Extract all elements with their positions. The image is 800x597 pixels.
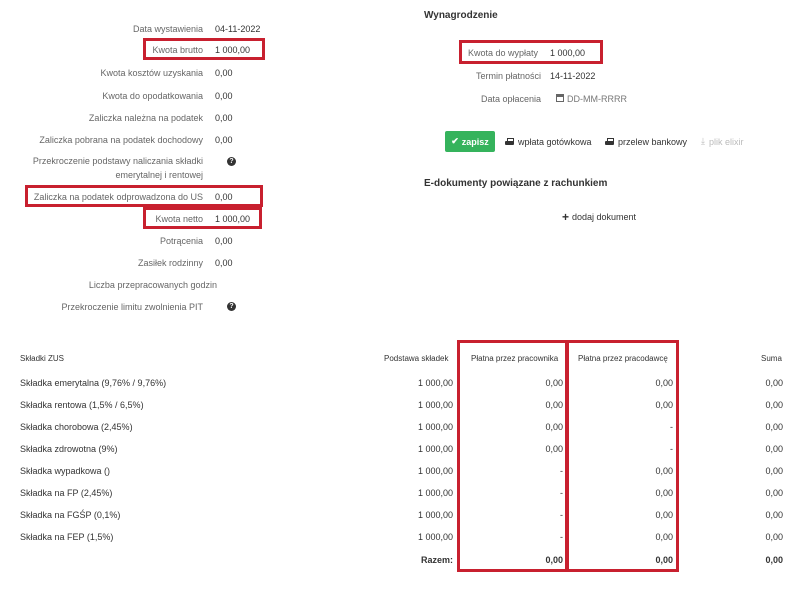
- paid-date-label: Data opłacenia: [481, 94, 542, 104]
- highlight-box-employer-column: [566, 340, 679, 572]
- help-icon[interactable]: ?: [227, 157, 236, 166]
- zus-row-name: Składka emerytalna (9,76% / 9,76%): [20, 378, 167, 388]
- zus-header-base: Podstawa składek: [384, 354, 449, 363]
- field-label-pension-limit-1: Przekroczenie podstawy naliczania składk…: [32, 156, 203, 166]
- zus-row-name: Składka na FP (2,45%): [20, 488, 113, 498]
- zus-total-sum: 0,00: [765, 555, 783, 565]
- field-value-costs: 0,00: [215, 68, 233, 78]
- zus-row-name: Składka wypadkowa (): [20, 466, 111, 476]
- due-date-value: 14-11-2022: [550, 71, 596, 81]
- plus-icon: +: [562, 209, 570, 224]
- zus-header-name: Składki ZUS: [20, 354, 65, 363]
- zus-row-base: 1 000,00: [417, 488, 453, 498]
- zus-row-base: 1 000,00: [417, 532, 453, 542]
- zus-row-name: Składka na FGŚP (0,1%): [20, 510, 121, 520]
- elixir-file-button[interactable]: ⤓ plik elixir: [701, 131, 744, 152]
- add-document-button[interactable]: + dodaj dokument: [562, 209, 637, 224]
- payment-title: Wynagrodzenie: [424, 10, 498, 21]
- field-label-pit-limit: Przekroczenie limitu zwolnienia PIT: [61, 302, 203, 312]
- zus-row-sum: 0,00: [765, 532, 783, 542]
- zus-row-base: 1 000,00: [417, 466, 453, 476]
- due-date-label: Termin płatności: [476, 71, 542, 81]
- add-document-label: dodaj dokument: [572, 212, 637, 222]
- printer-icon: [505, 137, 514, 146]
- field-label-tax-collected: Zaliczka pobrana na podatek dochodowy: [39, 135, 203, 145]
- field-label-hours: Liczba przepracowanych godzin: [88, 280, 217, 290]
- zus-row-sum: 0,00: [765, 488, 783, 498]
- elixir-file-label: plik elixir: [708, 136, 744, 147]
- calendar-icon[interactable]: [556, 94, 564, 102]
- zus-row-base: 1 000,00: [417, 378, 453, 388]
- field-value-taxable: 0,00: [215, 91, 233, 101]
- field-value-tax-due: 0,00: [215, 113, 233, 123]
- zus-row-base: 1 000,00: [417, 400, 453, 410]
- zus-row-base: 1 000,00: [417, 444, 453, 454]
- paid-date-input[interactable]: DD-MM-RRRR: [567, 94, 627, 104]
- zus-row-name: Składka na FEP (1,5%): [20, 532, 114, 542]
- highlight-box-net: [143, 207, 262, 229]
- highlight-box-tax-us: [25, 185, 263, 207]
- zus-row-sum: 0,00: [765, 422, 783, 432]
- field-value-family-allowance: 0,00: [215, 258, 233, 268]
- save-button-label: zapisz: [461, 136, 489, 147]
- save-button[interactable]: ✔ zapisz: [445, 131, 495, 152]
- highlight-box-employee-column: [457, 340, 568, 572]
- field-label-deductions: Potrącenia: [159, 236, 203, 246]
- zus-row-base: 1 000,00: [417, 510, 453, 520]
- field-label-issue-date: Data wystawienia: [132, 24, 203, 34]
- edocs-title: E-dokumenty powiązane z rachunkiem: [424, 178, 608, 189]
- field-value-tax-collected: 0,00: [215, 135, 233, 145]
- download-icon: ⤓: [701, 136, 705, 146]
- zus-row-sum: 0,00: [765, 378, 783, 388]
- zus-row-name: Składka rentowa (1,5% / 6,5%): [20, 400, 144, 410]
- zus-row-name: Składka chorobowa (2,45%): [20, 422, 133, 432]
- highlight-box-gross: [143, 38, 265, 60]
- zus-header-sum: Suma: [761, 354, 782, 363]
- highlight-box-payout: [459, 40, 603, 64]
- zus-row-sum: 0,00: [765, 400, 783, 410]
- zus-row-name: Składka zdrowotna (9%): [20, 444, 118, 454]
- zus-row-sum: 0,00: [765, 466, 783, 476]
- zus-row-sum: 0,00: [765, 510, 783, 520]
- zus-row-base: 1 000,00: [417, 422, 453, 432]
- field-label-family-allowance: Zasiłek rodzinny: [137, 258, 203, 268]
- field-label-costs: Kwota kosztów uzyskania: [100, 68, 203, 78]
- field-label-pension-limit-2: emerytalnej i rentowej: [115, 170, 203, 180]
- zus-row-sum: 0,00: [765, 444, 783, 454]
- check-icon: ✔: [451, 136, 459, 146]
- field-label-tax-due: Zaliczka należna na podatek: [88, 113, 203, 123]
- bank-transfer-button[interactable]: przelew bankowy: [605, 131, 687, 152]
- field-label-taxable: Kwota do opodatkowania: [102, 91, 203, 101]
- zus-total-label: Razem:: [420, 555, 453, 565]
- field-value-deductions: 0,00: [215, 236, 233, 246]
- field-value-issue-date: 04-11-2022: [215, 24, 261, 34]
- bank-transfer-label: przelew bankowy: [618, 136, 688, 147]
- printer-icon: [605, 137, 614, 146]
- help-icon[interactable]: ?: [227, 302, 236, 311]
- cash-payment-label: wpłata gotówkowa: [518, 136, 592, 147]
- cash-payment-button[interactable]: wpłata gotówkowa: [505, 131, 592, 152]
